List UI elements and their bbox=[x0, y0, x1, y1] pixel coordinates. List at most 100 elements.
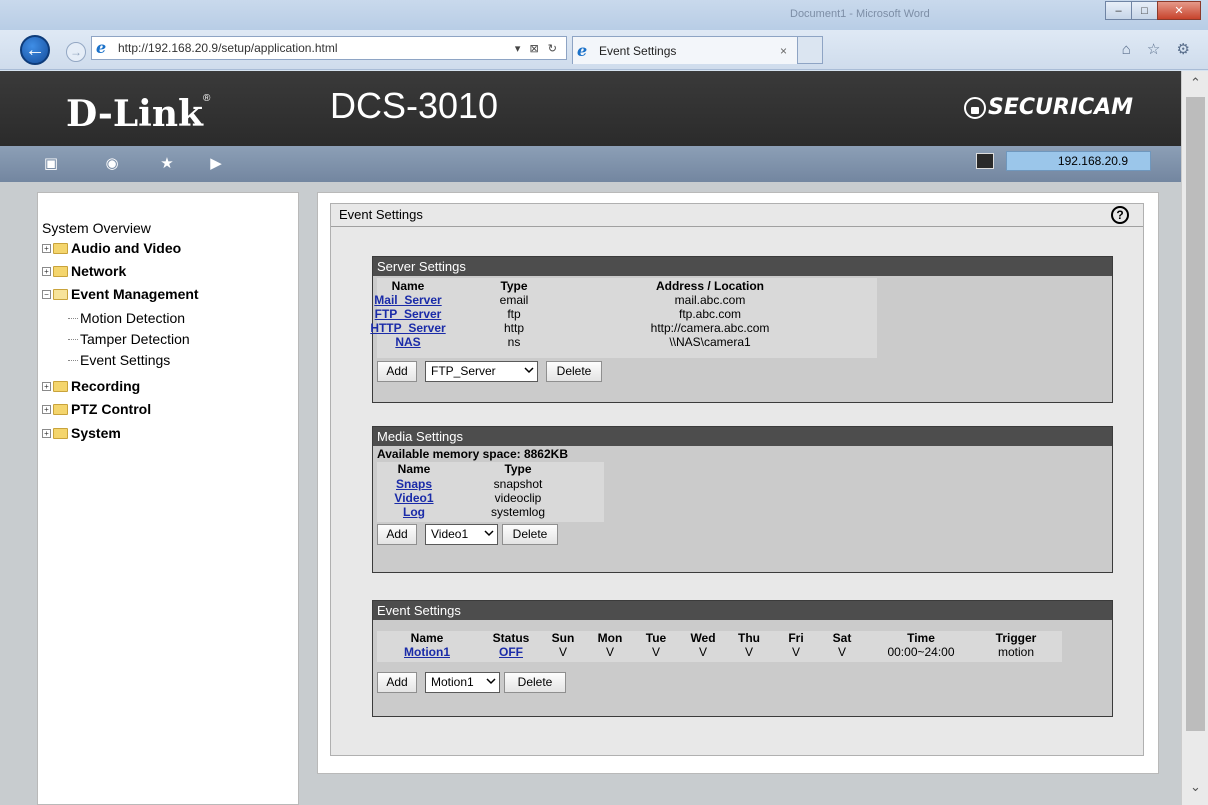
sidebar-item-tamper-detection[interactable]: Tamper Detection bbox=[68, 331, 190, 347]
server-select[interactable]: FTP_Server bbox=[425, 361, 538, 382]
table-cell: videoclip bbox=[494, 491, 542, 505]
delete-media-button[interactable]: Delete bbox=[502, 524, 558, 545]
event-table: Name Status Sun Mon Tue Wed Thu Fri Sat … bbox=[377, 631, 1062, 662]
brand-name: D-Link bbox=[66, 93, 203, 135]
table-cell: V bbox=[791, 645, 801, 659]
ip-address: 192.168.20.9 bbox=[1006, 151, 1151, 171]
column-header: Thu bbox=[738, 631, 760, 645]
sidebar-item-label: Recording bbox=[71, 378, 141, 394]
available-memory: Available memory space: 8862KB bbox=[377, 447, 568, 461]
sidebar-item-recording[interactable]: + Recording bbox=[42, 377, 140, 395]
table-cell: V bbox=[605, 645, 615, 659]
event-select[interactable]: Motion1 bbox=[425, 672, 500, 693]
column-header: Time bbox=[907, 631, 935, 645]
add-media-button[interactable]: Add bbox=[377, 524, 417, 545]
media-link[interactable]: Snaps bbox=[396, 477, 432, 491]
forward-button[interactable]: → bbox=[66, 42, 86, 62]
column-header: Wed bbox=[690, 631, 716, 645]
table-cell: snapshot bbox=[493, 477, 543, 491]
media-link[interactable]: Log bbox=[403, 505, 425, 519]
sidebar-item-label: Audio and Video bbox=[71, 240, 182, 256]
section-title: Event Settings bbox=[373, 601, 1112, 620]
securicam-lock-icon bbox=[964, 96, 986, 119]
maximize-button[interactable]: □ bbox=[1131, 1, 1158, 20]
column-header: Type bbox=[504, 462, 532, 476]
vertical-scrollbar[interactable]: ⌃ ⌄ bbox=[1181, 71, 1208, 805]
tab-event-settings[interactable]: e Event Settings × bbox=[572, 36, 798, 64]
delete-event-button[interactable]: Delete bbox=[504, 672, 566, 693]
select-value: FTP_Server bbox=[431, 364, 496, 378]
table-cell: http://camera.abc.com bbox=[650, 321, 770, 335]
sidebar-sub-label: Tamper Detection bbox=[80, 331, 190, 347]
monitor-icon bbox=[976, 153, 994, 169]
page-toolbar: ▣ ◉ ★ ▶ bbox=[0, 146, 1181, 182]
expand-icon[interactable]: + bbox=[42, 404, 51, 414]
table-cell: V bbox=[698, 645, 708, 659]
page-title: Event Settings bbox=[339, 207, 423, 222]
collapse-icon[interactable]: − bbox=[42, 289, 51, 299]
table-cell: \\NAS\camera1 bbox=[669, 335, 751, 349]
server-link[interactable]: HTTP_Server bbox=[370, 321, 445, 335]
back-button[interactable]: ← bbox=[20, 35, 50, 65]
column-header: Name bbox=[410, 631, 444, 645]
minimize-button[interactable]: – bbox=[1105, 1, 1132, 20]
column-header: Sat bbox=[832, 631, 852, 645]
media-link[interactable]: Video1 bbox=[394, 491, 433, 505]
sidebar: System Overview + Audio and Video + Netw… bbox=[37, 192, 299, 805]
favorites-icon[interactable]: ★ bbox=[158, 155, 176, 173]
close-button[interactable]: ✕ bbox=[1157, 1, 1201, 20]
column-header: Type bbox=[500, 279, 528, 293]
tab-close-icon[interactable]: × bbox=[780, 44, 787, 58]
browser-tools-icons[interactable]: ⌂ ☆ ⚙ bbox=[1122, 40, 1196, 58]
window-titlebar: Document1 - Microsoft Word – □ ✕ bbox=[0, 0, 1208, 30]
expand-icon[interactable]: + bbox=[42, 428, 51, 438]
brand-mark: ® bbox=[202, 93, 211, 104]
server-link[interactable]: FTP_Server bbox=[375, 307, 442, 321]
server-link[interactable]: NAS bbox=[395, 335, 420, 349]
sidebar-item-event-management[interactable]: − Event Management bbox=[42, 285, 199, 303]
expand-icon[interactable]: + bbox=[42, 381, 51, 391]
sidebar-item-network[interactable]: + Network bbox=[42, 262, 126, 280]
new-tab-button[interactable] bbox=[798, 36, 823, 64]
live-video-icon[interactable]: ▣ bbox=[42, 155, 60, 173]
media-settings-section: Media Settings Available memory space: 8… bbox=[372, 426, 1113, 573]
folder-icon bbox=[53, 265, 68, 277]
scroll-thumb[interactable] bbox=[1186, 97, 1205, 731]
server-link[interactable]: Mail_Server bbox=[374, 293, 441, 307]
sidebar-item-label: Network bbox=[71, 263, 127, 279]
event-status-link[interactable]: OFF bbox=[499, 645, 523, 659]
add-server-button[interactable]: Add bbox=[377, 361, 417, 382]
server-settings-section: Server Settings Name Type Address / Loca… bbox=[370, 256, 1113, 403]
address-text[interactable]: http://192.168.20.9/setup/application.ht… bbox=[118, 41, 515, 55]
window-controls: – □ ✕ bbox=[1105, 1, 1201, 20]
sidebar-item-event-settings[interactable]: Event Settings bbox=[68, 352, 170, 368]
table-cell: mail.abc.com bbox=[674, 293, 746, 307]
address-bar[interactable]: e http://192.168.20.9/setup/application.… bbox=[91, 36, 567, 60]
table-cell: systemlog bbox=[490, 505, 546, 519]
media-select[interactable]: Video1 bbox=[425, 524, 498, 545]
sidebar-item-system[interactable]: + System bbox=[42, 424, 121, 442]
help-icon[interactable]: ? bbox=[1111, 206, 1129, 224]
column-header: Status bbox=[492, 631, 530, 645]
sidebar-sub-label: Event Settings bbox=[80, 352, 171, 368]
table-cell: 00:00~24:00 bbox=[887, 645, 955, 659]
scroll-up-icon[interactable]: ⌃ bbox=[1182, 75, 1208, 95]
event-settings-panel: Event Settings ? Server Settings Name Ty… bbox=[330, 203, 1144, 756]
sidebar-item-ptz-control[interactable]: + PTZ Control bbox=[42, 400, 151, 418]
window-title: Document1 - Microsoft Word bbox=[790, 8, 930, 20]
address-tools[interactable]: ▾ ⊠ ↻ bbox=[515, 42, 560, 55]
event-link[interactable]: Motion1 bbox=[404, 645, 450, 659]
expand-icon[interactable]: + bbox=[42, 266, 51, 276]
add-event-button[interactable]: Add bbox=[377, 672, 417, 693]
delete-server-button[interactable]: Delete bbox=[546, 361, 602, 382]
logout-icon[interactable]: ▶ bbox=[207, 155, 225, 173]
table-cell: ns bbox=[507, 335, 521, 349]
setup-icon[interactable]: ◉ bbox=[103, 155, 121, 173]
scroll-down-icon[interactable]: ⌄ bbox=[1182, 779, 1208, 799]
sidebar-item-audio-video[interactable]: + Audio and Video bbox=[42, 239, 181, 257]
expand-icon[interactable]: + bbox=[42, 243, 51, 253]
select-value: Video1 bbox=[431, 527, 469, 541]
media-table: Name Type Snaps snapshot Video1 videocli… bbox=[377, 462, 604, 522]
sidebar-item-motion-detection[interactable]: Motion Detection bbox=[68, 310, 185, 326]
sidebar-item-system-overview[interactable]: System Overview bbox=[42, 220, 151, 236]
